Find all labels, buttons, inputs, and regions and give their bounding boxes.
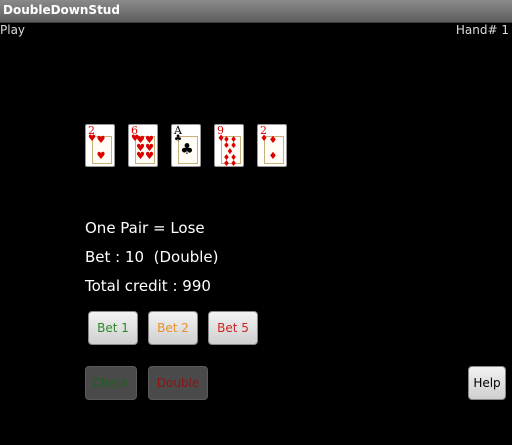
check-button[interactable]: Check: [85, 366, 137, 400]
hand-result: One Pair = Lose: [85, 219, 205, 237]
double-button[interactable]: Double: [148, 366, 208, 400]
card-4[interactable]: 9 ♦ ♦♦ ♦♦ ♦ ♦♦ ♦♦: [214, 124, 244, 168]
card-pips: ♥♥ ♥♥ ♥♥: [136, 135, 154, 162]
card-5[interactable]: 2 ♦ ♦ ♦: [257, 124, 287, 167]
mode-label: Play: [0, 23, 26, 37]
bet-info: Bet : 10 (Double): [85, 248, 219, 266]
card-pips: ♦ ♦: [268, 135, 278, 162]
hand-counter: Hand# 1: [455, 23, 509, 37]
bet-5-button[interactable]: Bet 5: [208, 311, 258, 345]
card-2[interactable]: 6 ♥ ♥♥ ♥♥ ♥♥: [128, 124, 158, 167]
card-3[interactable]: A ♣ ♣: [171, 124, 201, 167]
total-credit: Total credit : 990: [85, 277, 211, 295]
help-button[interactable]: Help: [468, 366, 506, 400]
bet-2-button[interactable]: Bet 2: [148, 311, 198, 345]
card-pips: ♦♦ ♦♦ ♦ ♦♦ ♦♦: [222, 135, 238, 168]
card-1[interactable]: 2 ♥ ♥ ♥: [85, 124, 115, 167]
title-bar: DoubleDownStud: [0, 0, 512, 23]
card-pips: ♥ ♥: [96, 135, 106, 162]
card-pips: ♣: [180, 140, 194, 158]
bet-1-button[interactable]: Bet 1: [88, 311, 138, 345]
app-title: DoubleDownStud: [3, 3, 120, 17]
